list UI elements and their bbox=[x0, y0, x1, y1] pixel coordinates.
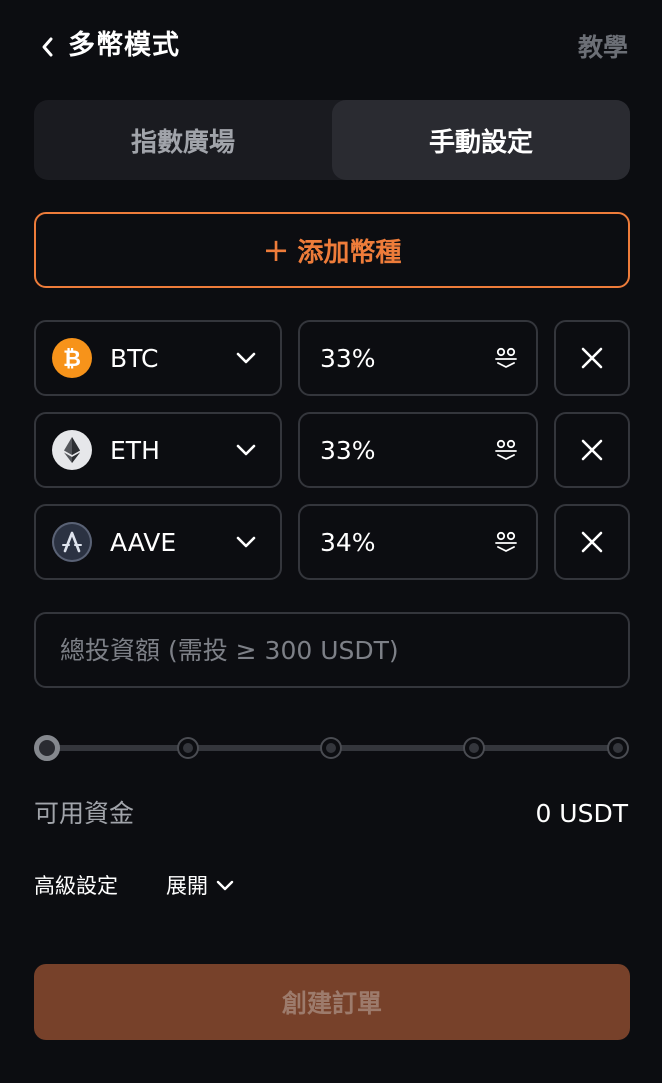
chevron-down-icon bbox=[234, 438, 258, 462]
remove-coin-button[interactable] bbox=[554, 412, 630, 488]
remove-coin-button[interactable] bbox=[554, 504, 630, 580]
coin-symbol: ETH bbox=[110, 435, 160, 465]
allocation-icon[interactable] bbox=[492, 528, 520, 556]
mode-tabs: 指數廣場 手動設定 bbox=[34, 100, 630, 180]
slider-thumb[interactable] bbox=[34, 735, 60, 761]
expand-label: 展開 bbox=[166, 874, 208, 898]
percent-value: 34% bbox=[320, 527, 376, 557]
slider-step-50[interactable] bbox=[322, 739, 340, 757]
close-icon bbox=[581, 347, 603, 369]
allocation-icon[interactable] bbox=[492, 436, 520, 464]
percent-input[interactable]: 33% bbox=[298, 320, 538, 396]
advanced-settings-label: 高級設定 bbox=[34, 874, 118, 898]
aave-icon bbox=[52, 522, 92, 562]
slider-step-100[interactable] bbox=[609, 739, 627, 757]
investment-slider[interactable] bbox=[34, 735, 630, 761]
ethereum-icon bbox=[52, 430, 92, 470]
bitcoin-icon: ₿ bbox=[52, 338, 92, 378]
percent-value: 33% bbox=[320, 435, 376, 465]
coin-row: ₿ BTC 33% bbox=[34, 320, 630, 396]
svg-text:₿: ₿ bbox=[63, 347, 81, 372]
close-icon bbox=[581, 439, 603, 461]
create-order-button[interactable]: 創建訂單 bbox=[34, 964, 630, 1040]
tutorial-link[interactable]: 教學 bbox=[578, 30, 628, 66]
percent-value: 33% bbox=[320, 343, 376, 373]
available-funds-label: 可用資金 bbox=[34, 799, 135, 828]
tab-manual-setup[interactable]: 手動設定 bbox=[332, 100, 630, 180]
close-icon bbox=[581, 531, 603, 553]
allocation-icon[interactable] bbox=[492, 344, 520, 372]
coin-row: ETH 33% bbox=[34, 412, 630, 488]
coin-select[interactable]: AAVE bbox=[34, 504, 282, 580]
remove-coin-button[interactable] bbox=[554, 320, 630, 396]
header: 多幣模式 教學 bbox=[0, 0, 662, 92]
advanced-expand-toggle[interactable]: 展開 bbox=[166, 870, 234, 902]
chevron-left-icon bbox=[42, 37, 53, 57]
coin-symbol: BTC bbox=[110, 343, 159, 373]
slider-step-25[interactable] bbox=[179, 739, 197, 757]
coin-symbol: AAVE bbox=[110, 527, 177, 557]
back-button[interactable] bbox=[34, 32, 60, 62]
chevron-down-icon bbox=[234, 346, 258, 370]
add-coin-label: 添加幣種 bbox=[297, 237, 402, 268]
percent-input[interactable]: 33% bbox=[298, 412, 538, 488]
available-funds-value: 0 USDT bbox=[535, 799, 628, 828]
coin-row: AAVE 34% bbox=[34, 504, 630, 580]
investment-amount-input[interactable] bbox=[34, 612, 630, 688]
slider-step-75[interactable] bbox=[465, 739, 483, 757]
plus-icon: + bbox=[262, 231, 290, 269]
tab-index-plaza[interactable]: 指數廣場 bbox=[34, 100, 332, 180]
coin-select[interactable]: ETH bbox=[34, 412, 282, 488]
coin-select[interactable]: ₿ BTC bbox=[34, 320, 282, 396]
page-title: 多幣模式 bbox=[68, 30, 180, 61]
chevron-down-icon bbox=[216, 880, 234, 891]
percent-input[interactable]: 34% bbox=[298, 504, 538, 580]
add-coin-button[interactable]: + 添加幣種 bbox=[34, 212, 630, 288]
chevron-down-icon bbox=[234, 530, 258, 554]
